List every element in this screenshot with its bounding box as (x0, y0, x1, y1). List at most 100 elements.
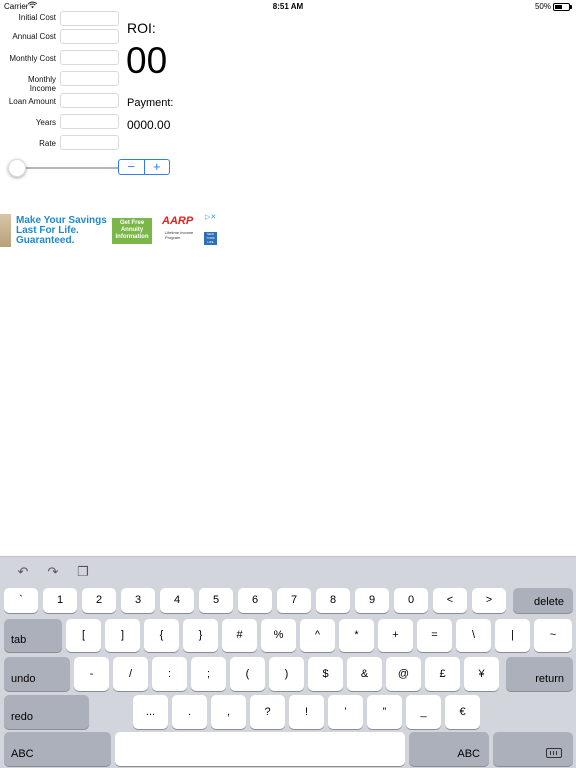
redo-arrow-icon[interactable]: ↷ (46, 565, 60, 579)
annual-cost-label: Annual Cost (12, 32, 56, 41)
slider-thumb[interactable] (8, 159, 26, 177)
key-exclamation[interactable]: ! (289, 695, 324, 729)
key-dollar[interactable]: $ (308, 657, 343, 691)
key-greater-than[interactable]: > (472, 588, 506, 613)
keyboard-dismiss-key[interactable] (493, 732, 573, 766)
key-tilde[interactable]: ~ (534, 619, 572, 652)
key-4[interactable]: 4 (160, 588, 194, 613)
loan-amount-label: Loan Amount (8, 97, 56, 106)
space-bar[interactable] (115, 732, 405, 766)
return-key[interactable]: return (506, 657, 573, 691)
years-field[interactable] (60, 114, 119, 129)
key-plus[interactable]: + (378, 619, 413, 652)
key-2[interactable]: 2 (82, 588, 116, 613)
key-comma[interactable]: , (211, 695, 246, 729)
key-slash[interactable]: / (113, 657, 148, 691)
key-backslash[interactable]: \ (456, 619, 491, 652)
rate-slider[interactable] (8, 158, 118, 178)
key-9[interactable]: 9 (355, 588, 389, 613)
key-hyphen[interactable]: - (74, 657, 109, 691)
delete-key-label: delete (534, 596, 564, 608)
redo-key[interactable]: redo (4, 695, 89, 729)
key-period[interactable]: . (172, 695, 207, 729)
ad-photo (0, 214, 11, 247)
key-quote[interactable]: ” (367, 695, 402, 729)
undo-arrow-icon[interactable]: ↶ (16, 565, 30, 579)
redo-key-label: redo (11, 711, 34, 723)
tab-key[interactable]: tab (4, 619, 62, 652)
key-colon[interactable]: : (152, 657, 187, 691)
initial-cost-label: Initial Cost (18, 13, 56, 22)
key-close-paren[interactable]: ) (269, 657, 304, 691)
key-8[interactable]: 8 (316, 588, 350, 613)
key-at[interactable]: @ (386, 657, 421, 691)
key-1[interactable]: 1 (43, 588, 77, 613)
key-apostrophe[interactable]: ’ (328, 695, 363, 729)
new-york-life-logo: NEW YORK LIFE (204, 232, 217, 245)
key-open-paren[interactable]: ( (230, 657, 265, 691)
abc-key-right[interactable]: ABC (409, 732, 489, 766)
keyboard-dismiss-icon (546, 748, 562, 758)
key-less-than[interactable]: < (433, 588, 467, 613)
key-ampersand[interactable]: & (347, 657, 382, 691)
undo-key-label: undo (11, 673, 36, 685)
keyboard: ↶ ↷ ❐ ` 1 2 3 4 5 6 7 8 9 0 < > delete t… (0, 556, 576, 768)
key-6[interactable]: 6 (238, 588, 272, 613)
stepper-minus-button[interactable]: − (119, 160, 145, 174)
battery-fill (555, 5, 562, 9)
annual-cost-field[interactable] (60, 29, 119, 44)
ad-cta-button[interactable]: Get Free Annuity Information (112, 218, 152, 244)
key-open-bracket[interactable]: [ (66, 619, 101, 652)
key-caret[interactable]: ^ (300, 619, 335, 652)
battery-nub (570, 5, 572, 9)
key-close-brace[interactable]: } (183, 619, 218, 652)
key-percent[interactable]: % (261, 619, 296, 652)
key-close-bracket[interactable]: ] (105, 619, 140, 652)
rate-field[interactable] (60, 135, 119, 150)
undo-key[interactable]: undo (4, 657, 70, 691)
abc-key-right-label: ABC (457, 748, 480, 760)
clock: 8:51 AM (272, 2, 304, 11)
key-0[interactable]: 0 (394, 588, 428, 613)
key-semicolon[interactable]: ; (191, 657, 226, 691)
roi-label: ROI: (127, 20, 156, 36)
loan-amount-field[interactable] (60, 93, 119, 108)
key-equals[interactable]: = (417, 619, 452, 652)
rate-label: Rate (39, 139, 56, 148)
key-ellipsis[interactable]: ... (133, 695, 168, 729)
battery-icon (553, 3, 572, 11)
key-yen[interactable]: ¥ (464, 657, 499, 691)
stepper[interactable]: − + (118, 159, 170, 175)
key-hash[interactable]: # (222, 619, 257, 652)
years-label: Years (35, 118, 56, 127)
monthly-income-field[interactable] (60, 71, 119, 86)
battery-percent: 50% (534, 2, 551, 11)
abc-key-left-label: ABC (11, 748, 34, 760)
roi-value: 00 (126, 40, 168, 81)
key-euro[interactable]: € (445, 695, 480, 729)
payment-value: 0000.00 (127, 118, 171, 132)
key-backtick[interactable]: ` (4, 588, 38, 613)
initial-cost-field[interactable] (60, 11, 119, 26)
tab-key-label: tab (11, 634, 27, 646)
key-open-brace[interactable]: { (144, 619, 179, 652)
delete-key[interactable]: delete (513, 588, 573, 613)
adchoices-icon[interactable]: ▷✕ (205, 214, 221, 222)
key-asterisk[interactable]: * (339, 619, 374, 652)
key-pound[interactable]: £ (425, 657, 460, 691)
aarp-logo: AARP (162, 215, 194, 227)
paste-clipboard-icon[interactable]: ❐ (76, 565, 90, 579)
key-3[interactable]: 3 (121, 588, 155, 613)
payment-label: Payment: (127, 97, 174, 109)
key-underscore[interactable]: _ (406, 695, 441, 729)
ad-banner[interactable]: Make Your Savings Last For Life. Guarant… (0, 212, 223, 248)
key-question[interactable]: ? (250, 695, 285, 729)
key-5[interactable]: 5 (199, 588, 233, 613)
ad-headline: Make Your Savings Last For Life. Guarant… (16, 215, 107, 246)
abc-key-left[interactable]: ABC (4, 732, 111, 766)
key-pipe[interactable]: | (495, 619, 530, 652)
monthly-cost-label: Monthly Cost (9, 54, 56, 63)
monthly-cost-field[interactable] (60, 50, 119, 65)
stepper-plus-button[interactable]: + (145, 160, 170, 174)
key-7[interactable]: 7 (277, 588, 311, 613)
